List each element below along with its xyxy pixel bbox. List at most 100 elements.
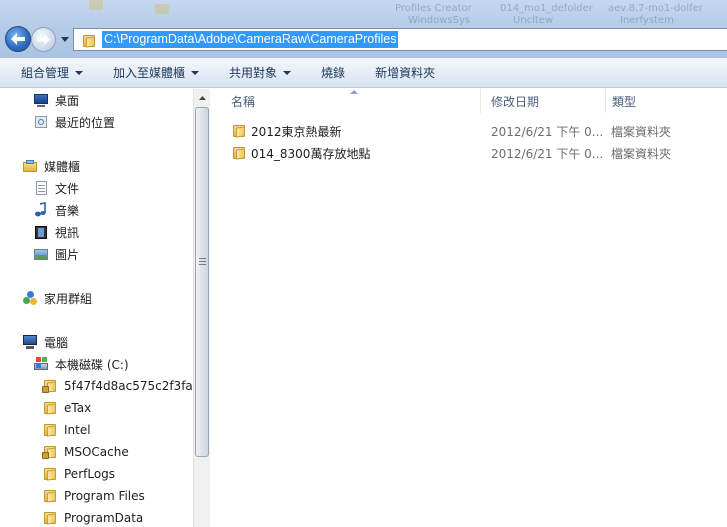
address-bar[interactable]: C:\ProgramData\Adobe\CameraRaw\CameraPro… xyxy=(73,28,727,51)
file-date-cell: 2012/6/21 下午 0... xyxy=(491,124,604,139)
organize-label: 組合管理 xyxy=(21,66,70,80)
nav-label: 電腦 xyxy=(44,335,69,350)
nav-label: Intel xyxy=(64,423,91,437)
background-hint: aev.8.7-mo1-dolfer xyxy=(608,3,703,14)
nav-item-local-disk[interactable]: 本機磁碟 (C:) xyxy=(33,354,129,374)
chevron-down-icon xyxy=(61,36,69,42)
drive-icon xyxy=(33,356,49,372)
chevron-down-icon xyxy=(191,70,200,75)
desktop-icon xyxy=(33,92,49,108)
nav-item-pictures[interactable]: 圖片 xyxy=(33,244,79,264)
burn-label: 燒錄 xyxy=(321,66,346,80)
folder-icon xyxy=(42,422,58,438)
nav-item-libraries[interactable]: 媒體櫃 xyxy=(22,156,80,176)
nav-item-folder[interactable]: Program Files xyxy=(42,486,145,506)
folder-icon xyxy=(42,488,58,504)
file-name-cell: 2012東京熱最新 xyxy=(231,123,342,140)
include-in-library-button[interactable]: 加入至媒體櫃 xyxy=(113,58,200,88)
nav-label: 5f47f4d8ac575c2f3fa3 xyxy=(64,379,193,393)
libraries-icon xyxy=(22,158,38,174)
nav-label: eTax xyxy=(64,401,92,415)
video-icon xyxy=(33,224,49,240)
nav-item-videos[interactable]: 視訊 xyxy=(33,222,79,242)
background-hint: WindowsSys xyxy=(408,15,471,26)
background-hint: Uncltew xyxy=(513,15,554,26)
column-header-date-modified[interactable]: 修改日期 xyxy=(481,89,606,113)
new-folder-label: 新增資料夾 xyxy=(375,66,436,80)
background-hint: 014_mo1_defolder xyxy=(500,3,593,14)
background-folder-icon xyxy=(89,0,103,10)
column-header-type[interactable]: 類型 xyxy=(606,89,727,113)
nav-item-folder[interactable]: Intel xyxy=(42,420,91,440)
homegroup-icon xyxy=(22,290,38,306)
scroll-up-button[interactable] xyxy=(194,89,211,106)
file-date-cell: 2012/6/21 下午 0... xyxy=(491,146,604,161)
share-with-button[interactable]: 共用對象 xyxy=(229,58,292,88)
nav-label: 媒體櫃 xyxy=(44,159,81,174)
navigation-pane: 桌面 最近的位置 媒體櫃 文件 音樂 視訊 圖片 家用群組 電腦 本機磁碟 (C… xyxy=(0,89,193,527)
file-list: 名稱 修改日期 類型 2012東京熱最新 2012/6/21 下午 0... 檔… xyxy=(211,89,727,527)
folder-icon xyxy=(231,123,247,139)
chevron-up-icon xyxy=(199,95,206,100)
nav-item-music[interactable]: 音樂 xyxy=(33,200,79,220)
nav-label: 最近的位置 xyxy=(55,115,116,130)
locked-folder-icon xyxy=(42,378,58,394)
document-icon xyxy=(33,180,49,196)
nav-item-homegroup[interactable]: 家用群組 xyxy=(22,288,92,308)
share-with-label: 共用對象 xyxy=(229,66,278,80)
chevron-down-icon xyxy=(75,70,84,75)
nav-item-recent-places[interactable]: 最近的位置 xyxy=(33,112,115,132)
nav-label: 本機磁碟 (C:) xyxy=(55,357,129,372)
nav-label: PerfLogs xyxy=(64,467,116,481)
folder-icon xyxy=(42,510,58,526)
nav-item-folder[interactable]: PerfLogs xyxy=(42,464,115,484)
folder-icon xyxy=(42,400,58,416)
folder-icon xyxy=(231,145,247,161)
background-folder-icon xyxy=(155,4,169,14)
command-toolbar: 組合管理 加入至媒體櫃 共用對象 燒錄 新增資料夾 xyxy=(0,58,727,88)
forward-button[interactable] xyxy=(31,27,56,52)
grip-icon xyxy=(199,258,206,265)
file-name-cell: 014_8300萬存放地點 xyxy=(231,145,370,162)
arrow-right-icon xyxy=(37,34,50,45)
background-hint: Profiles Creator xyxy=(395,3,472,14)
nav-item-documents[interactable]: 文件 xyxy=(33,178,79,198)
file-row[interactable]: 2012東京熱最新 2012/6/21 下午 0... 檔案資料夾 xyxy=(211,120,727,142)
scrollbar-thumb[interactable] xyxy=(195,107,209,457)
recent-places-icon xyxy=(33,114,49,130)
folder-icon xyxy=(81,33,97,48)
include-in-library-label: 加入至媒體櫃 xyxy=(113,66,186,80)
burn-button[interactable]: 燒錄 xyxy=(321,58,345,88)
nav-pane-scrollbar[interactable] xyxy=(193,89,210,527)
window-title-area: Profiles Creator 014_mo1_defolder aev.8.… xyxy=(0,0,727,58)
nav-item-folder[interactable]: 5f47f4d8ac575c2f3fa3 xyxy=(42,376,193,396)
locked-folder-icon xyxy=(42,444,58,460)
column-header-name[interactable]: 名稱 xyxy=(211,89,481,113)
computer-icon xyxy=(22,334,38,350)
nav-item-desktop[interactable]: 桌面 xyxy=(33,90,79,110)
music-icon xyxy=(33,202,49,218)
nav-item-computer[interactable]: 電腦 xyxy=(22,332,68,352)
file-type-cell: 檔案資料夾 xyxy=(611,146,672,161)
nav-label: 視訊 xyxy=(55,225,80,240)
address-path[interactable]: C:\ProgramData\Adobe\CameraRaw\CameraPro… xyxy=(102,31,399,48)
nav-label: Program Files xyxy=(64,489,145,503)
organize-button[interactable]: 組合管理 xyxy=(21,58,84,88)
chevron-down-icon xyxy=(283,70,292,75)
nav-label: MSOCache xyxy=(64,445,129,459)
nav-item-folder[interactable]: ProgramData xyxy=(42,508,143,527)
nav-label: ProgramData xyxy=(64,511,144,525)
arrow-left-icon xyxy=(11,33,25,45)
file-row[interactable]: 014_8300萬存放地點 2012/6/21 下午 0... 檔案資料夾 xyxy=(211,142,727,164)
nav-item-folder[interactable]: MSOCache xyxy=(42,442,129,462)
recent-pages-button[interactable] xyxy=(60,34,70,44)
nav-label: 音樂 xyxy=(55,203,80,218)
back-button[interactable] xyxy=(5,26,31,52)
folder-icon xyxy=(42,466,58,482)
new-folder-button[interactable]: 新增資料夾 xyxy=(375,58,435,88)
nav-label: 圖片 xyxy=(55,247,80,262)
nav-item-folder[interactable]: eTax xyxy=(42,398,91,418)
picture-icon xyxy=(33,246,49,262)
column-headers: 名稱 修改日期 類型 xyxy=(211,89,727,113)
nav-label: 桌面 xyxy=(55,93,80,108)
